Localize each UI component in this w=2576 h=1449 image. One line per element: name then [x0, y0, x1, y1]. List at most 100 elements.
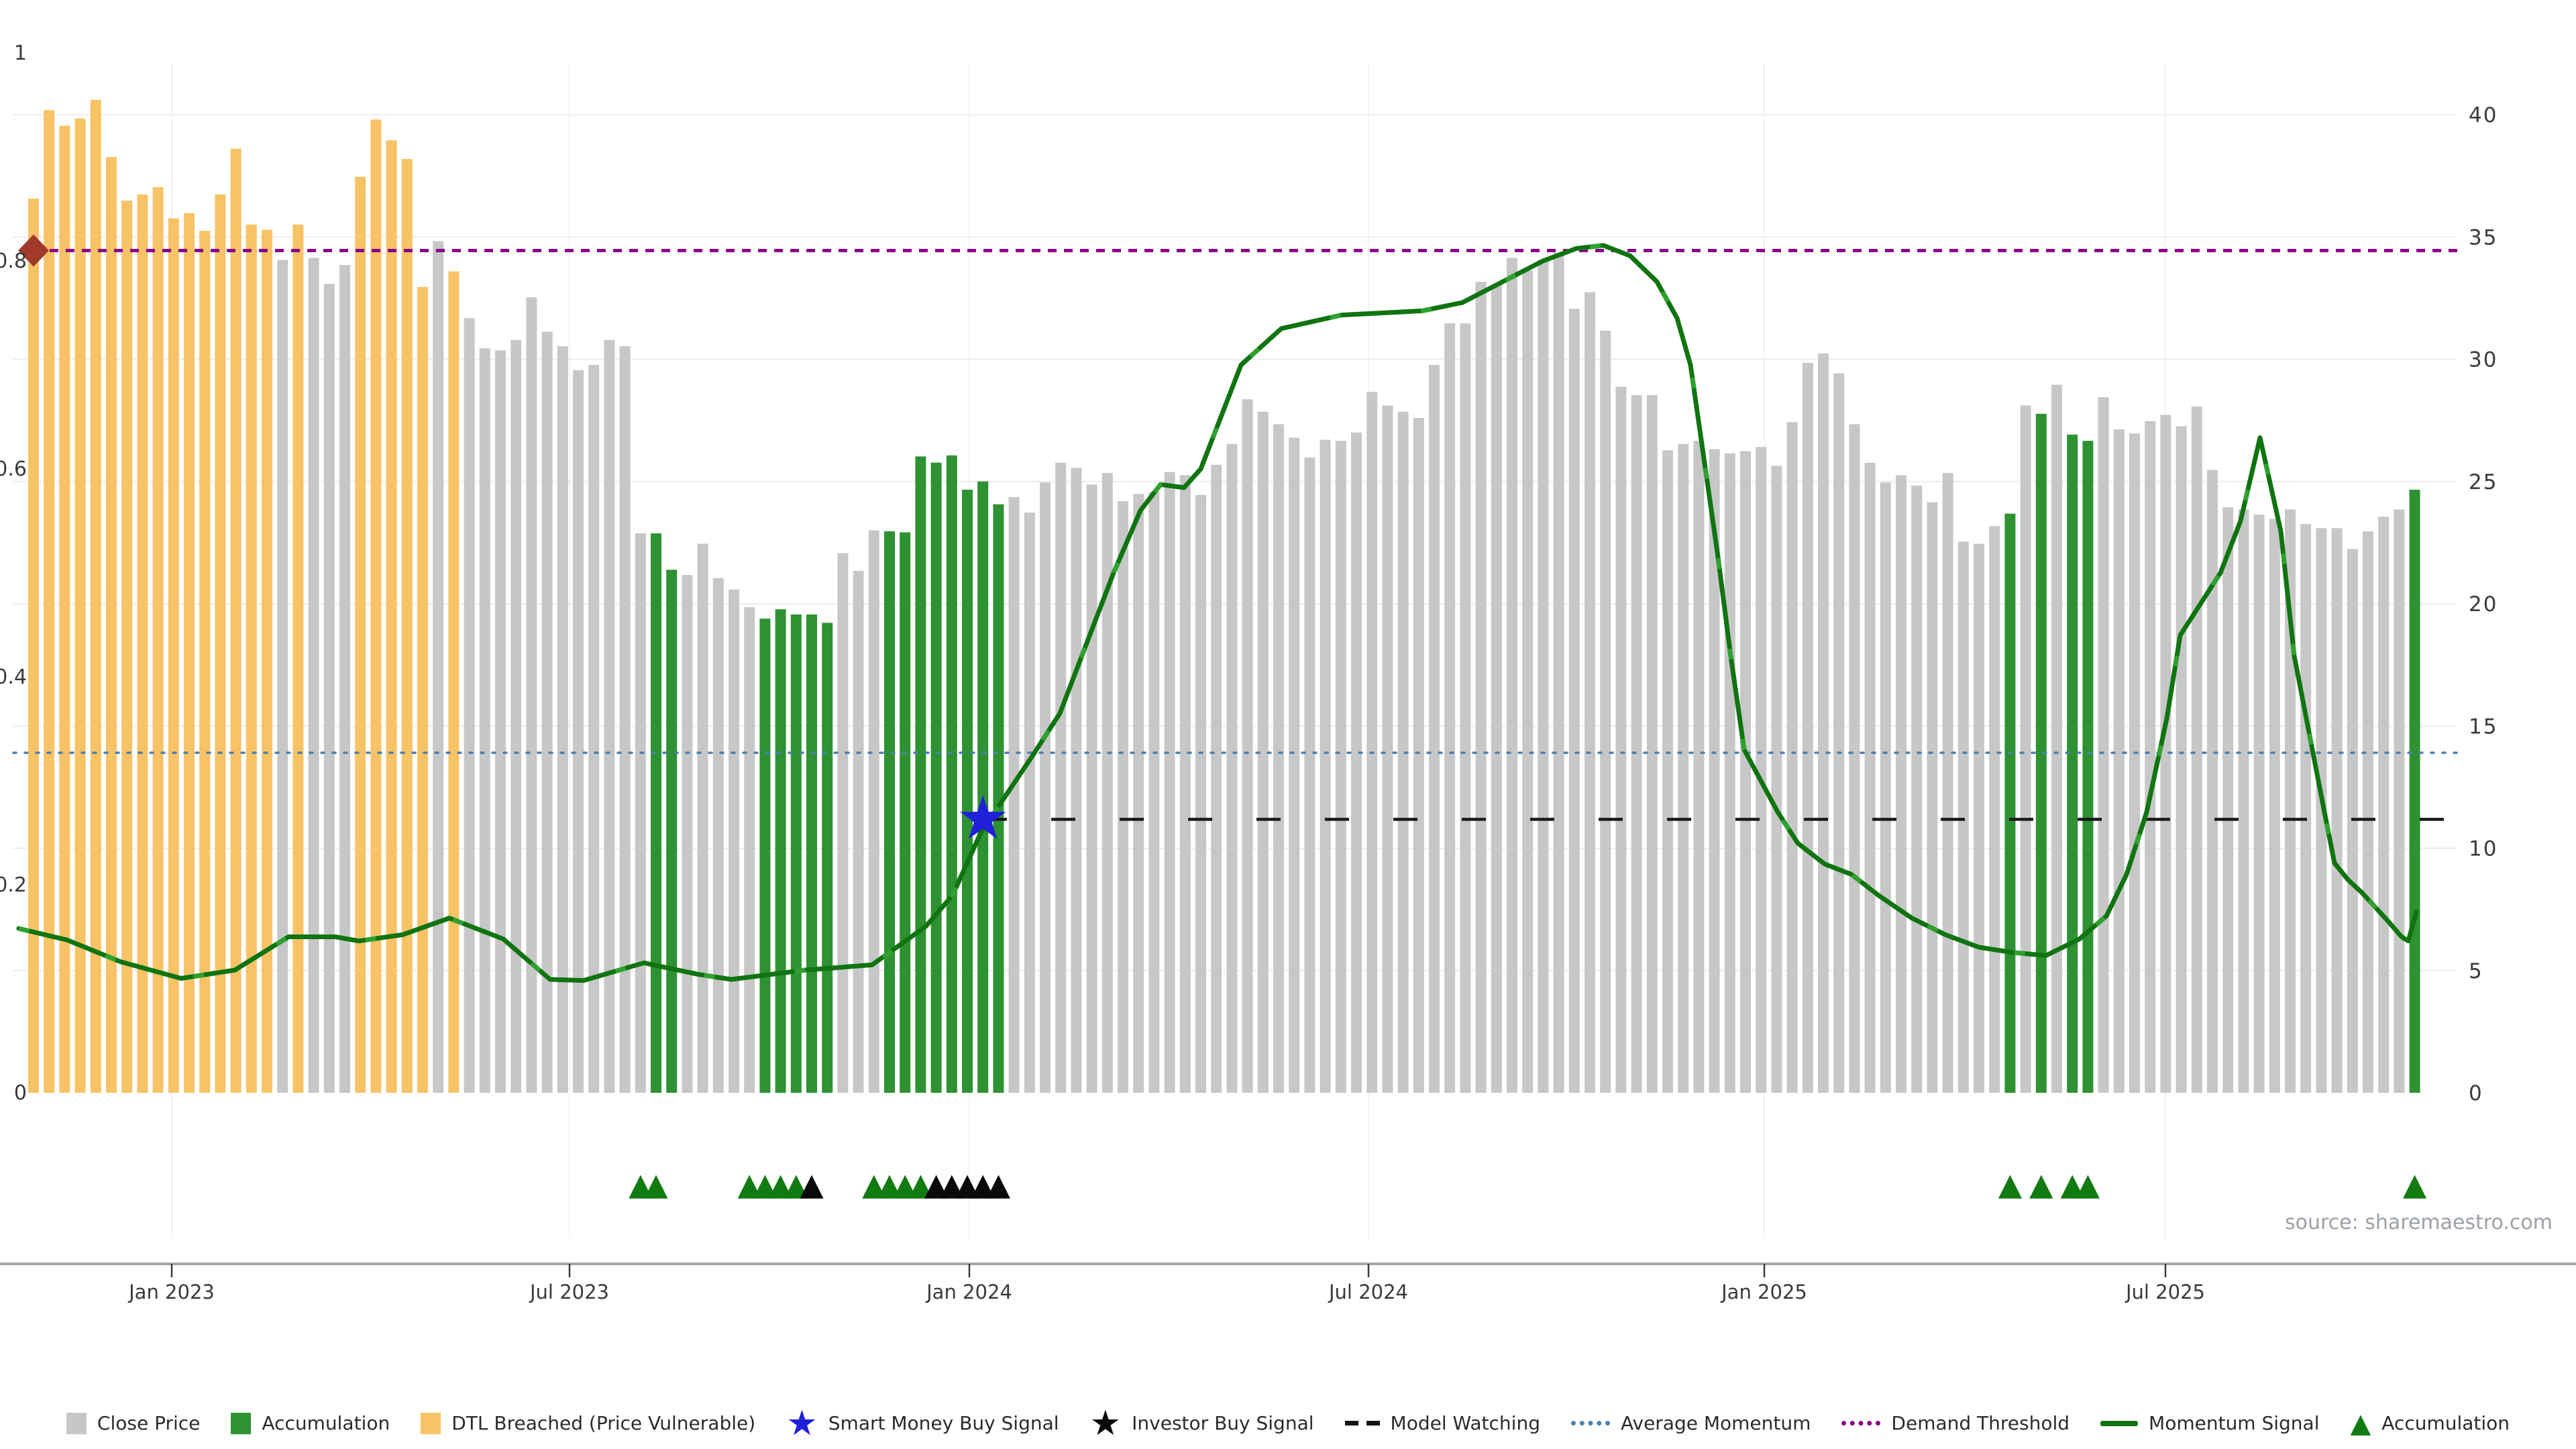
- blue-dots-icon: [1571, 1421, 1610, 1426]
- price-bar: [853, 571, 864, 1093]
- price-bar: [822, 623, 833, 1093]
- price-bar: [1927, 502, 1937, 1093]
- price-bar: [2145, 421, 2155, 1093]
- right-axis-tick-label: 30: [2469, 348, 2498, 372]
- price-bar: [1740, 451, 1751, 1093]
- price-bar: [91, 100, 101, 1093]
- price-bar: [713, 578, 724, 1093]
- price-bar: [417, 287, 428, 1093]
- price-bar: [1569, 309, 1580, 1093]
- investor-triangle-icon: ▲: [987, 1166, 1011, 1202]
- x-axis-tick-label: Jul 2024: [1328, 1281, 1408, 1303]
- price-bar: [2300, 524, 2311, 1093]
- price-bar: [900, 533, 910, 1093]
- price-bar: [464, 318, 475, 1093]
- price-bar: [1273, 424, 1284, 1093]
- price-bar: [2254, 515, 2265, 1093]
- price-bar: [620, 346, 631, 1093]
- price-bar: [386, 140, 397, 1093]
- x-axis-tick-label: Jul 2023: [529, 1281, 609, 1303]
- price-bar: [1304, 458, 1315, 1093]
- price-bar: [962, 490, 973, 1093]
- price-bar: [869, 530, 879, 1093]
- price-bar: [526, 297, 537, 1093]
- price-bar: [1460, 323, 1470, 1093]
- left-axis-tick-label: 0.6: [0, 458, 27, 481]
- price-bar: [1693, 441, 1704, 1093]
- price-bar: [1366, 392, 1377, 1093]
- price-bar: [370, 119, 381, 1093]
- price-bar: [806, 614, 817, 1093]
- accumulation-swatch-icon: [231, 1413, 251, 1434]
- price-bar: [1133, 494, 1144, 1093]
- left-axis-tick-label: 0.8: [0, 250, 27, 273]
- x-axis-tick-label: Jul 2025: [2125, 1281, 2205, 1303]
- price-bar: [480, 348, 490, 1093]
- price-bar: [1958, 542, 1969, 1093]
- price-bar: [495, 350, 506, 1093]
- price-bar: [2098, 397, 2109, 1093]
- price-bar: [775, 609, 786, 1093]
- price-bar: [1429, 365, 1440, 1093]
- legend-item-accumulation: Accumulation: [231, 1412, 390, 1434]
- price-bar: [2004, 514, 2015, 1093]
- price-bar: [1102, 473, 1113, 1093]
- legend-label: Average Momentum: [1621, 1412, 1811, 1434]
- price-bar: [137, 195, 148, 1093]
- price-bar: [309, 258, 319, 1093]
- price-bar: [402, 159, 413, 1093]
- price-bar: [1818, 354, 1829, 1093]
- left-axis-tick-label: 0: [14, 1081, 27, 1105]
- price-bar: [2021, 405, 2031, 1093]
- price-bar: [511, 340, 521, 1093]
- price-bar: [2332, 528, 2343, 1093]
- price-bar: [1974, 544, 1984, 1093]
- legend-item-momentum-signal: Momentum Signal: [2100, 1412, 2319, 1434]
- accumulation-triangle-icon: ▲: [2403, 1166, 2427, 1202]
- right-axis-tick-label: 20: [2469, 592, 2498, 616]
- price-bar: [1615, 387, 1626, 1093]
- price-bar: [2222, 507, 2233, 1093]
- legend-label: DTL Breached (Price Vulnerable): [451, 1412, 755, 1434]
- price-bar: [1476, 282, 1487, 1093]
- legend-item-demand-threshold: Demand Threshold: [1841, 1412, 2070, 1434]
- price-bar: [1522, 270, 1533, 1093]
- price-bar: [355, 176, 366, 1093]
- price-bar: [1880, 482, 1891, 1093]
- legend-item-dtl-breached: DTL Breached (Price Vulnerable): [421, 1412, 755, 1434]
- price-bar: [651, 533, 661, 1093]
- price-bar: [2394, 509, 2404, 1093]
- price-bar: [2410, 490, 2420, 1093]
- price-bar: [698, 544, 708, 1093]
- price-bar: [2082, 441, 2093, 1093]
- legend-label: Accumulation: [262, 1412, 390, 1434]
- price-bar: [1943, 473, 1953, 1093]
- price-bar: [931, 463, 942, 1093]
- price-bar: [837, 553, 848, 1093]
- price-bar: [1989, 526, 2000, 1093]
- price-bar: [1226, 444, 1237, 1093]
- accumulation-triangle-icon: ▲: [2029, 1166, 2053, 1202]
- price-bar: [28, 199, 39, 1093]
- price-bar: [1647, 395, 1658, 1093]
- price-bar: [153, 187, 164, 1093]
- price-bar: [121, 201, 132, 1093]
- legend-item-close-price: Close Price: [66, 1412, 200, 1434]
- right-axis-tick-label: 40: [2469, 103, 2498, 127]
- price-bar: [433, 241, 443, 1093]
- purple-dots-icon: [1841, 1421, 1880, 1426]
- price-bar: [277, 260, 288, 1093]
- price-bar: [339, 265, 350, 1093]
- price-bar: [324, 284, 335, 1093]
- price-bar: [215, 195, 225, 1093]
- x-axis-tick-label: Jan 2025: [1720, 1281, 1807, 1303]
- price-bar: [1118, 501, 1128, 1093]
- price-bar: [2176, 426, 2187, 1093]
- price-bar: [947, 455, 957, 1093]
- price-bar: [2238, 509, 2249, 1093]
- price-bar: [744, 607, 755, 1093]
- investor-triangle-icon: ▲: [800, 1166, 824, 1202]
- source-note: source: sharemaestro.com: [2285, 1211, 2553, 1234]
- price-bar: [2378, 517, 2389, 1093]
- accumulation-triangle-icon: ▲: [2076, 1166, 2100, 1202]
